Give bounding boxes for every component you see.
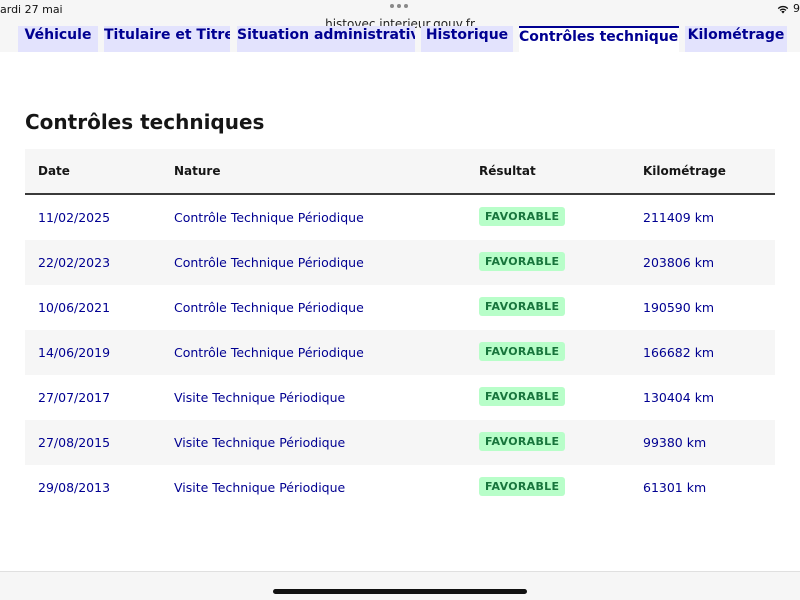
- cell-km: 99380 km: [643, 435, 707, 450]
- table-row: 10/06/2021 Contrôle Technique Périodique…: [25, 285, 775, 330]
- cell-nature: Visite Technique Périodique: [174, 480, 346, 495]
- result-badge: FAVORABLE: [479, 432, 566, 451]
- result-badge: FAVORABLE: [479, 252, 566, 271]
- tab-vehicule[interactable]: Véhicule: [18, 26, 98, 52]
- tab-label: Titulaire et Titre: [104, 27, 230, 43]
- result-cell: FAVORABLE: [479, 252, 566, 271]
- result-cell: FAVORABLE: [479, 297, 566, 316]
- cell-nature: Visite Technique Périodique: [174, 435, 346, 450]
- tab-titulaire[interactable]: Titulaire et Titre: [104, 26, 230, 52]
- page-title: Contrôles techniques: [25, 110, 265, 134]
- more-dots-icon[interactable]: [390, 2, 410, 10]
- table-row: 14/06/2019 Contrôle Technique Périodique…: [25, 330, 775, 375]
- result-cell: FAVORABLE: [479, 432, 566, 451]
- technical-controls-table: Date Nature Résultat Kilométrage 11/02/2…: [25, 149, 775, 510]
- header-result: Résultat: [479, 164, 536, 178]
- tab-situation[interactable]: Situation administrative: [237, 26, 415, 52]
- result-badge: FAVORABLE: [479, 342, 566, 361]
- content-panel: Contrôles techniques Date Nature Résulta…: [0, 52, 800, 572]
- header-nature: Nature: [174, 164, 221, 178]
- tab-bar: Véhicule Titulaire et Titre Situation ad…: [0, 26, 800, 52]
- result-badge: FAVORABLE: [479, 477, 566, 496]
- result-cell: FAVORABLE: [479, 387, 566, 406]
- tab-label: Situation administrative: [237, 27, 415, 43]
- result-cell: FAVORABLE: [479, 207, 566, 226]
- cell-km: 130404 km: [643, 390, 715, 405]
- result-badge: FAVORABLE: [479, 207, 566, 226]
- wifi-icon: [777, 5, 789, 13]
- table-header: Date Nature Résultat Kilométrage: [25, 149, 775, 195]
- cell-km: 190590 km: [643, 300, 715, 315]
- header-date: Date: [38, 164, 70, 178]
- cell-date: 27/08/2015: [38, 435, 111, 450]
- table-row: 11/02/2025 Contrôle Technique Périodique…: [25, 195, 775, 240]
- tab-label: Historique: [425, 27, 509, 43]
- cell-nature: Visite Technique Périodique: [174, 390, 346, 405]
- cell-date: 11/02/2025: [38, 210, 111, 225]
- table-row: 29/08/2013 Visite Technique Périodique F…: [25, 465, 775, 510]
- cell-date: 29/08/2013: [38, 480, 111, 495]
- cell-date: 27/07/2017: [38, 390, 111, 405]
- cell-km: 166682 km: [643, 345, 715, 360]
- tab-controles-techniques[interactable]: Contrôles techniques: [519, 26, 679, 52]
- result-badge: FAVORABLE: [479, 297, 566, 316]
- result-badge: FAVORABLE: [479, 387, 566, 406]
- cell-km: 61301 km: [643, 480, 707, 495]
- tab-label: Kilométrage: [687, 27, 785, 43]
- cell-nature: Contrôle Technique Périodique: [174, 210, 364, 225]
- cell-date: 22/02/2023: [38, 255, 111, 270]
- cell-nature: Contrôle Technique Périodique: [174, 255, 364, 270]
- tab-label: Véhicule: [24, 27, 92, 43]
- tab-label: Contrôles techniques: [519, 29, 679, 45]
- result-cell: FAVORABLE: [479, 342, 566, 361]
- tab-kilometrage[interactable]: Kilométrage: [685, 26, 787, 52]
- cell-nature: Contrôle Technique Périodique: [174, 300, 364, 315]
- cell-date: 10/06/2021: [38, 300, 111, 315]
- cell-km: 211409 km: [643, 210, 715, 225]
- home-indicator[interactable]: [273, 589, 527, 594]
- tab-historique[interactable]: Historique: [421, 26, 513, 52]
- cell-km: 203806 km: [643, 255, 715, 270]
- table-row: 27/08/2015 Visite Technique Périodique F…: [25, 420, 775, 465]
- result-cell: FAVORABLE: [479, 477, 566, 496]
- table-row: 22/02/2023 Contrôle Technique Périodique…: [25, 240, 775, 285]
- cell-nature: Contrôle Technique Périodique: [174, 345, 364, 360]
- header-km: Kilométrage: [643, 164, 726, 178]
- cell-date: 14/06/2019: [38, 345, 111, 360]
- table-row: 27/07/2017 Visite Technique Périodique F…: [25, 375, 775, 420]
